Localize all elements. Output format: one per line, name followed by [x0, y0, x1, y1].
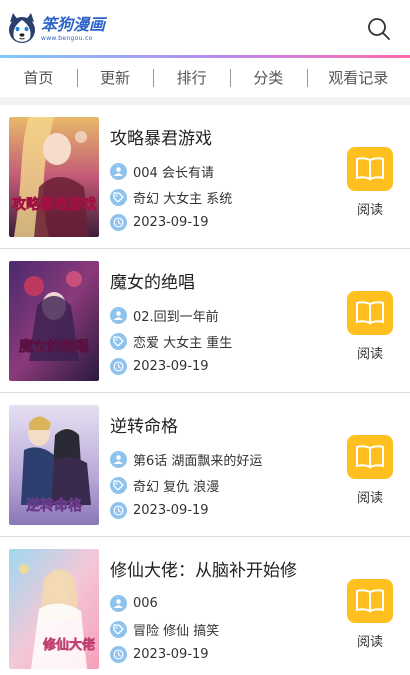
user-icon — [110, 306, 127, 324]
date-text: 2023-09-19 — [133, 214, 209, 230]
chapter-info: 006 — [110, 593, 158, 613]
chapter-info: 02.回到一年前 — [110, 305, 219, 325]
date-text: 2023-09-19 — [133, 502, 209, 518]
date-text: 2023-09-19 — [133, 358, 209, 374]
clock-icon — [110, 213, 127, 231]
read-label: 阅读 — [356, 203, 383, 218]
comic-title[interactable]: 魔女的绝唱 — [110, 268, 195, 293]
tag-icon — [110, 332, 127, 350]
chapter-text: 第6话 湖面飘来的好运 — [133, 453, 263, 469]
tag-icon — [110, 620, 127, 638]
comic-row: 攻略暴君游戏 攻略暴君游戏 004 会长有请 奇幻 大女主 系统 2023-09… — [0, 105, 410, 249]
clock-icon — [110, 357, 127, 375]
nav-home[interactable]: 首页 — [0, 67, 77, 88]
comic-title[interactable]: 逆转命格 — [110, 412, 178, 437]
logo-url: www.bengou.co — [41, 35, 93, 42]
user-icon — [110, 162, 127, 180]
comic-title[interactable]: 修仙大佬：从脑补开始修 — [110, 556, 297, 581]
tags-info: 恋爱 大女主 重生 — [110, 331, 232, 351]
comic-row: 魔女的绝唱 魔女的绝唱 02.回到一年前 恋爱 大女主 重生 2023-09-1… — [0, 249, 410, 393]
book-icon — [347, 147, 393, 191]
tag-icon — [110, 188, 127, 206]
chapter-text: 02.回到一年前 — [133, 309, 219, 325]
tags-text: 恋爱 大女主 重生 — [133, 335, 233, 351]
user-icon — [110, 450, 127, 468]
read-button[interactable]: 阅读 — [347, 147, 393, 218]
search-icon[interactable] — [366, 16, 392, 42]
tags-info: 奇幻 大女主 系统 — [110, 187, 232, 207]
date-text: 2023-09-19 — [133, 646, 209, 662]
tags-info: 冒险 修仙 搞笑 — [110, 619, 219, 639]
date-info: 2023-09-19 — [110, 212, 209, 232]
comic-row: 逆转命格 逆转命格 第6话 湖面飘来的好运 奇幻 复仇 浪漫 2023-09-1… — [0, 393, 410, 537]
read-button[interactable]: 阅读 — [347, 291, 393, 362]
cover-title-art: 魔女的绝唱 — [19, 338, 89, 355]
read-label: 阅读 — [356, 491, 383, 506]
user-icon — [110, 594, 127, 612]
clock-icon — [110, 501, 127, 519]
comic-cover[interactable]: 修仙大佬 — [9, 549, 99, 669]
chapter-info: 004 会长有请 — [110, 161, 214, 181]
comic-title[interactable]: 攻略暴君游戏 — [110, 124, 212, 149]
tags-text: 奇幻 大女主 系统 — [133, 191, 233, 207]
book-icon — [347, 435, 393, 479]
chapter-text: 004 会长有请 — [133, 165, 214, 181]
nav-ranking[interactable]: 排行 — [153, 67, 230, 88]
tag-icon — [110, 476, 127, 494]
comic-cover[interactable]: 魔女的绝唱 — [9, 261, 99, 381]
logo-title: 笨狗漫画 — [41, 15, 106, 34]
nav-history[interactable]: 观看记录 — [306, 67, 410, 88]
tags-text: 冒险 修仙 搞笑 — [133, 623, 220, 639]
read-button[interactable]: 阅读 — [347, 579, 393, 650]
main-nav: 首页 更新 排行 分类 观看记录 — [0, 58, 410, 96]
cover-title-art: 攻略暴君游戏 — [12, 196, 96, 213]
read-label: 阅读 — [356, 635, 383, 650]
site-logo[interactable]: 笨狗漫画 www.bengou.co — [6, 10, 106, 48]
read-label: 阅读 — [356, 347, 383, 362]
date-info: 2023-09-19 — [110, 644, 209, 664]
comic-cover[interactable]: 逆转命格 — [9, 405, 99, 525]
date-info: 2023-09-19 — [110, 500, 209, 520]
cover-title-art: 逆转命格 — [26, 497, 83, 514]
tags-info: 奇幻 复仇 浪漫 — [110, 475, 219, 495]
book-icon — [347, 579, 393, 623]
nav-categories[interactable]: 分类 — [229, 67, 307, 88]
date-info: 2023-09-19 — [110, 356, 209, 376]
app-header: 笨狗漫画 www.bengou.co — [0, 0, 410, 56]
chapter-info: 第6话 湖面飘来的好运 — [110, 449, 262, 469]
nav-updates[interactable]: 更新 — [76, 67, 154, 88]
chapter-text: 006 — [133, 595, 158, 611]
clock-icon — [110, 645, 127, 663]
book-icon — [347, 291, 393, 335]
husky-logo-icon — [6, 12, 38, 46]
comic-row: 修仙大佬 修仙大佬：从脑补开始修 006 冒险 修仙 搞笑 2023-09-19 — [0, 537, 410, 675]
section-separator — [0, 97, 410, 105]
comic-cover[interactable]: 攻略暴君游戏 — [9, 117, 99, 237]
tags-text: 奇幻 复仇 浪漫 — [133, 479, 220, 495]
cover-title-art: 修仙大佬 — [42, 637, 95, 653]
read-button[interactable]: 阅读 — [347, 435, 393, 506]
comic-list: 攻略暴君游戏 攻略暴君游戏 004 会长有请 奇幻 大女主 系统 2023-09… — [0, 105, 410, 675]
